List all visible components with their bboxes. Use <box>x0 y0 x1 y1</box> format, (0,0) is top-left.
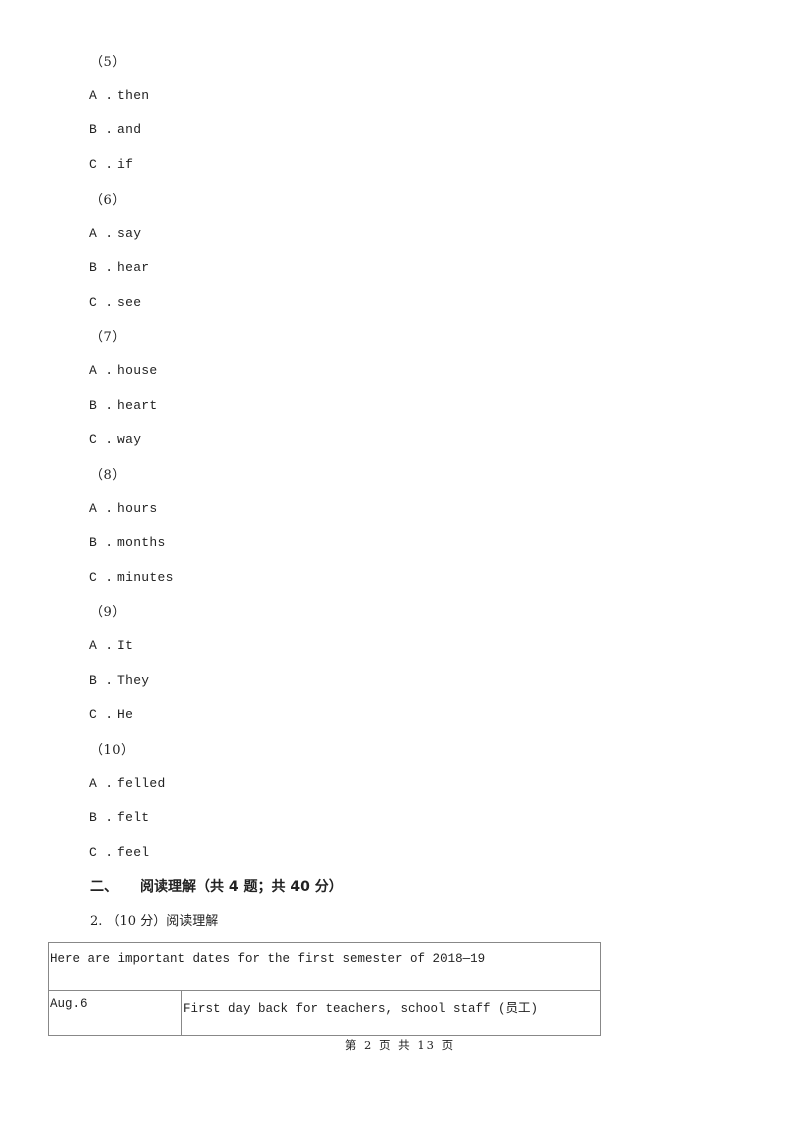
option-letter: B . <box>89 673 114 688</box>
option-letter: B . <box>89 535 114 550</box>
option-text: see <box>117 295 142 310</box>
table-header-cell: Here are important dates for the first s… <box>48 942 601 991</box>
table-row: Aug.6 First day back for teachers, schoo… <box>48 990 601 1036</box>
option-a[interactable]: A . felled <box>89 776 166 791</box>
option-letter: B . <box>89 810 114 825</box>
dates-table: Here are important dates for the first s… <box>48 942 601 1036</box>
option-c[interactable]: C . feel <box>89 845 149 860</box>
table-header-row: Here are important dates for the first s… <box>48 942 601 991</box>
option-c[interactable]: C . He <box>89 707 133 722</box>
option-text: and <box>117 122 142 137</box>
option-b[interactable]: B . They <box>89 673 149 688</box>
question-number: （6） <box>90 193 126 208</box>
option-text: way <box>117 432 142 447</box>
option-a[interactable]: A . It <box>89 638 133 653</box>
option-letter: A . <box>89 501 114 516</box>
option-a[interactable]: A . hours <box>89 501 158 516</box>
option-letter: A . <box>89 363 114 378</box>
option-letter: C . <box>89 707 114 722</box>
section-title: 阅读理解（共 4 题；共 40 分） <box>140 879 343 895</box>
section-number: 二、 <box>90 879 118 895</box>
option-a[interactable]: A . say <box>89 226 141 241</box>
option-c[interactable]: C . see <box>89 295 141 310</box>
option-text: say <box>117 226 142 241</box>
option-a[interactable]: A . then <box>89 88 149 103</box>
page-footer: 第 2 页 共 13 页 <box>344 1038 456 1052</box>
option-letter: C . <box>89 432 114 447</box>
option-text: minutes <box>117 570 174 585</box>
option-text: hear <box>117 260 150 275</box>
option-text: months <box>117 535 166 550</box>
option-a[interactable]: A . house <box>89 363 158 378</box>
question-label: 2. （10 分）阅读理解 <box>90 914 219 929</box>
option-b[interactable]: B . hear <box>89 260 149 275</box>
question-number: （5） <box>90 55 126 70</box>
question-number: （7） <box>90 330 126 345</box>
option-text: feel <box>117 845 150 860</box>
option-text: then <box>117 88 150 103</box>
option-letter: A . <box>89 638 114 653</box>
question-number: （8） <box>90 468 126 483</box>
option-text: He <box>117 707 134 722</box>
option-letter: B . <box>89 260 114 275</box>
event-cell: First day back for teachers, school staf… <box>181 990 601 1036</box>
date-cell: Aug.6 <box>48 990 182 1036</box>
option-c[interactable]: C . if <box>89 157 133 172</box>
option-b[interactable]: B . heart <box>89 398 158 413</box>
option-text: They <box>117 673 150 688</box>
option-letter: C . <box>89 157 114 172</box>
option-text: hours <box>117 501 158 516</box>
question-number: （9） <box>90 605 126 620</box>
option-letter: A . <box>89 776 114 791</box>
question-number: （10） <box>90 743 135 758</box>
option-text: house <box>117 363 158 378</box>
option-letter: C . <box>89 845 114 860</box>
option-letter: C . <box>89 295 114 310</box>
option-b[interactable]: B . months <box>89 535 166 550</box>
section-heading: 二、 阅读理解（共 4 题；共 40 分） <box>90 876 343 896</box>
option-letter: A . <box>89 226 114 241</box>
option-letter: B . <box>89 122 114 137</box>
option-text: felt <box>117 810 150 825</box>
option-text: felled <box>117 776 166 791</box>
option-letter: B . <box>89 398 114 413</box>
option-text: heart <box>117 398 158 413</box>
option-letter: C . <box>89 570 114 585</box>
option-text: if <box>117 157 134 172</box>
option-letter: A . <box>89 88 114 103</box>
option-b[interactable]: B . and <box>89 122 141 137</box>
option-text: It <box>117 638 134 653</box>
option-c[interactable]: C . way <box>89 432 141 447</box>
option-b[interactable]: B . felt <box>89 810 149 825</box>
option-c[interactable]: C . minutes <box>89 570 174 585</box>
